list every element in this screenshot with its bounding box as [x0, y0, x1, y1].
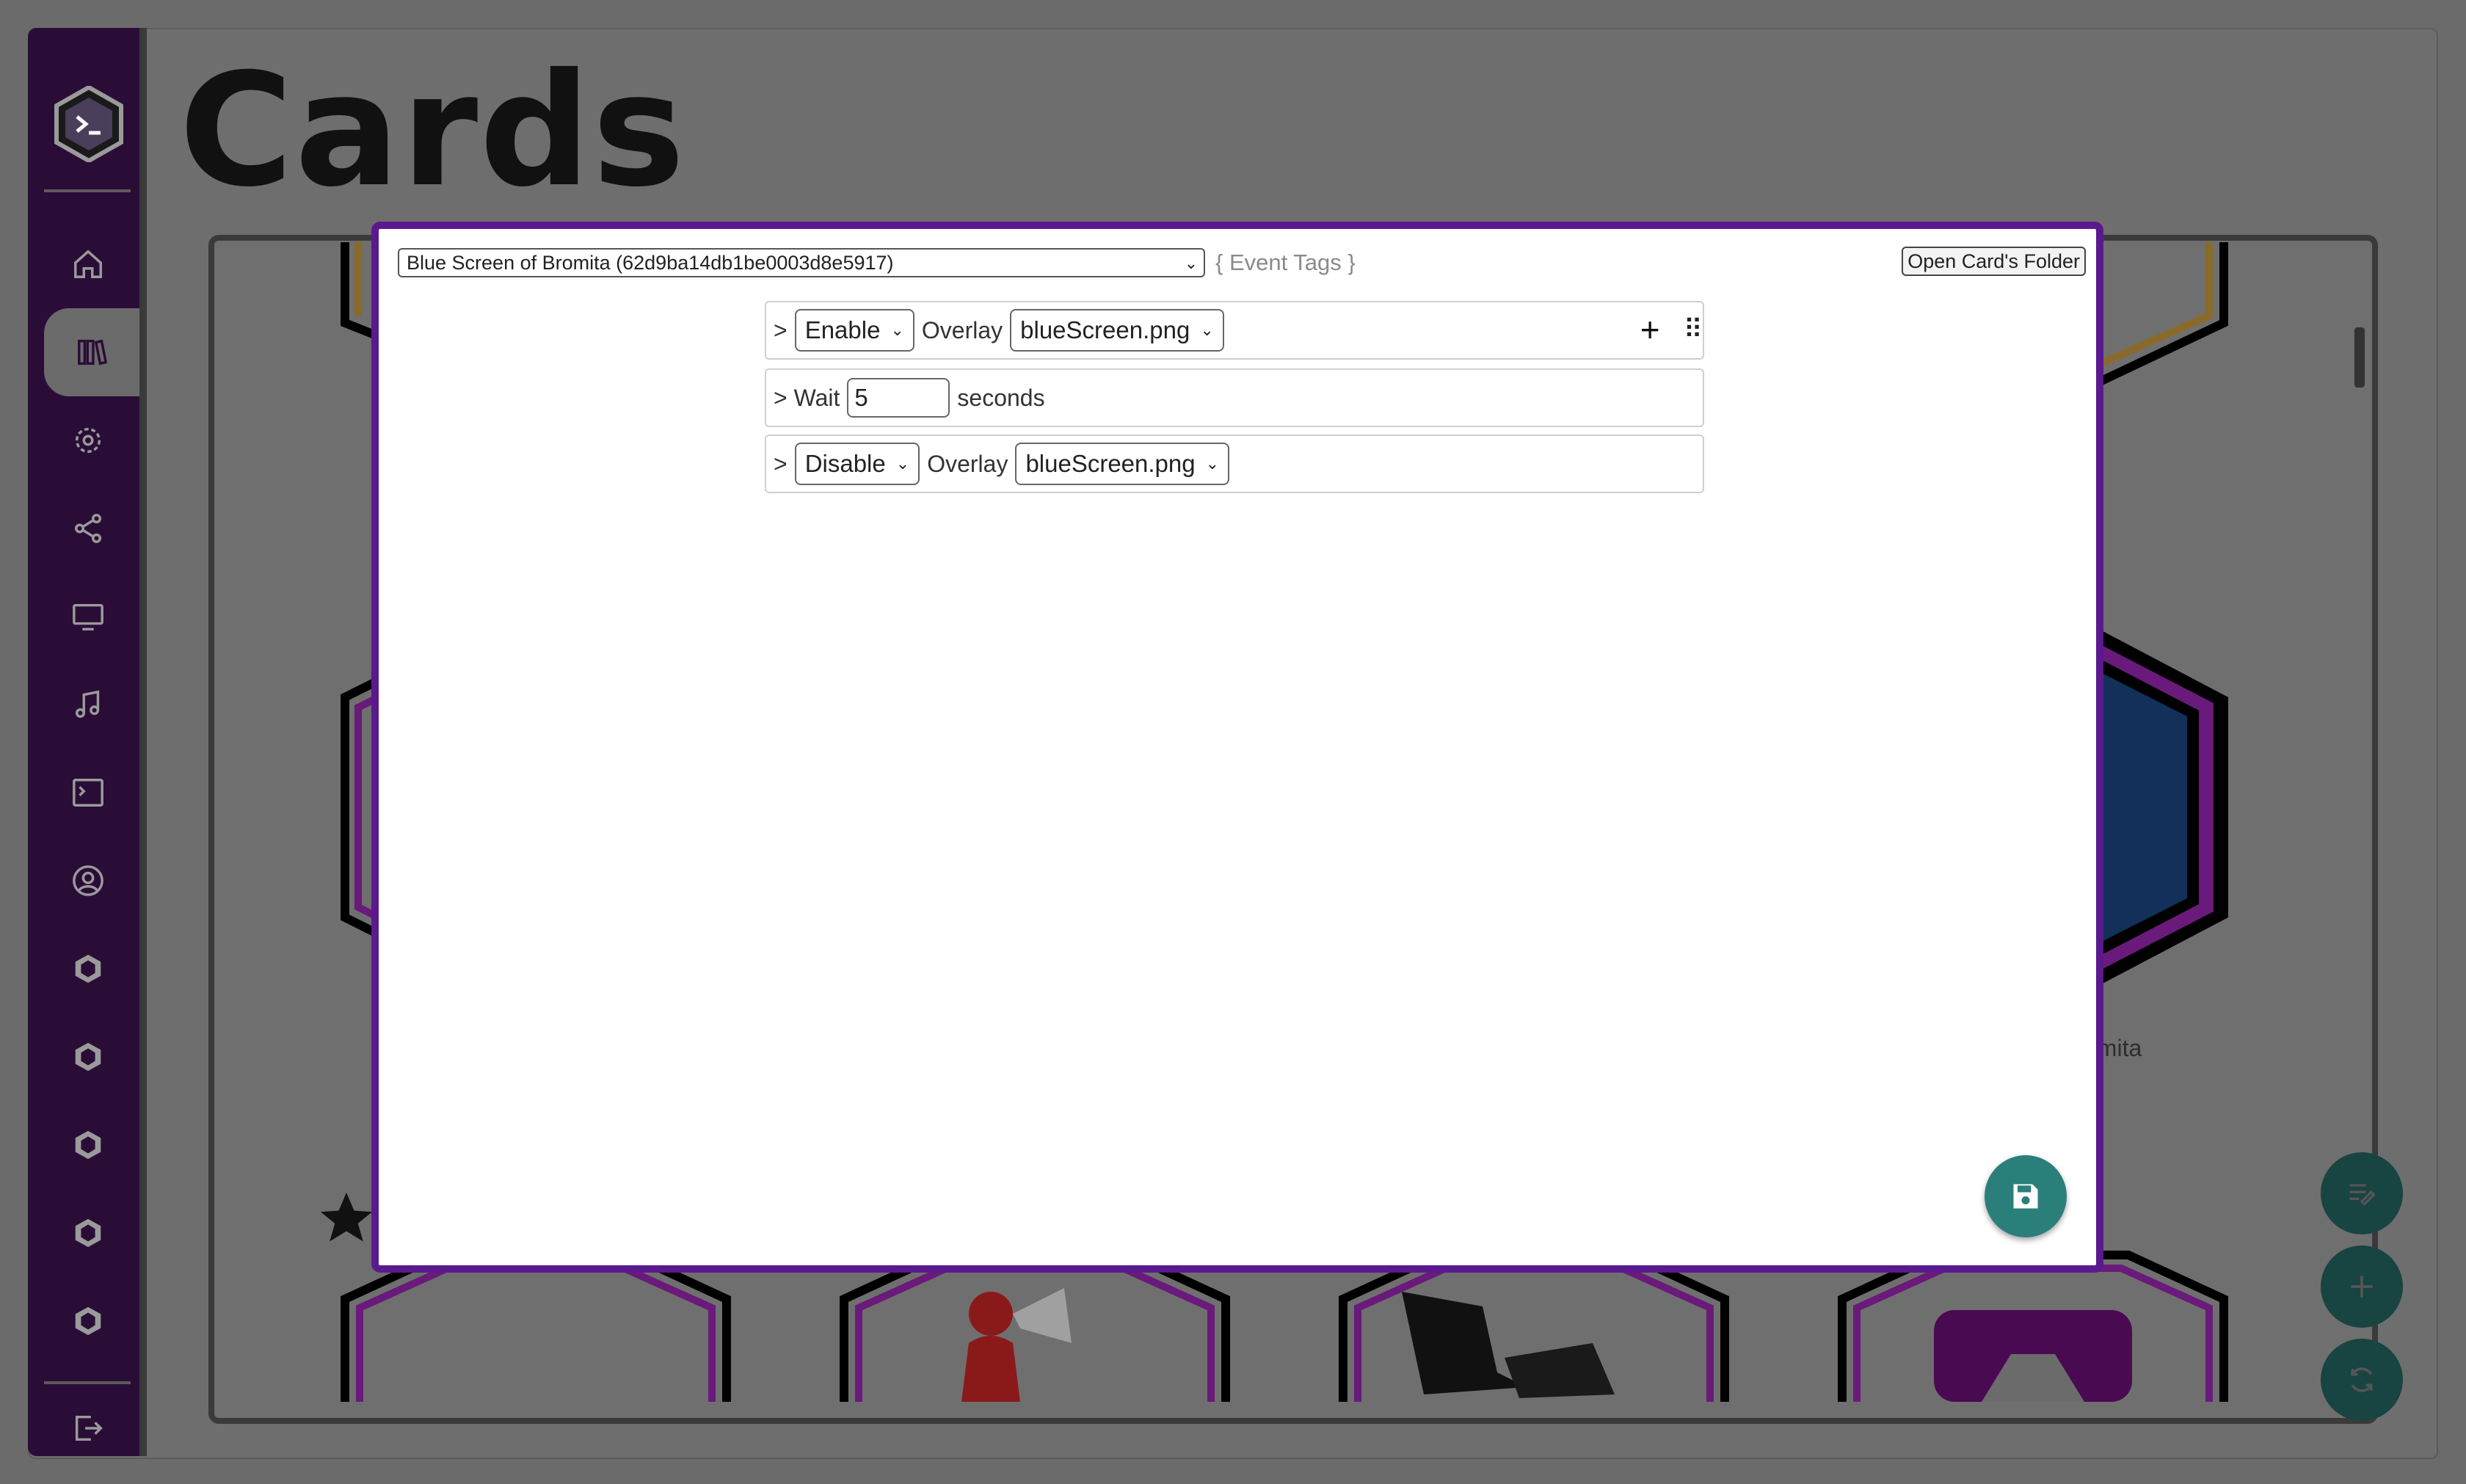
card-grid-scrollbar[interactable]: [2354, 327, 2365, 388]
sidebar-item-display[interactable]: [44, 572, 132, 661]
sidebar-item-music[interactable]: [44, 661, 132, 749]
gear-icon: [75, 427, 101, 454]
add-card-button[interactable]: [2321, 1245, 2403, 1328]
sidebar-divider: [44, 189, 131, 192]
card-hex-4[interactable]: [2089, 624, 2236, 998]
refresh-icon: [2351, 1367, 2373, 1392]
row-prefix: > Wait: [774, 384, 840, 411]
overlay-select-value: blueScreen.png: [1025, 450, 1196, 477]
row-label: Overlay: [927, 450, 1008, 477]
chevron-down-icon: ⌄: [1184, 254, 1198, 272]
action-row: > Enable ⌄ Overlay blueScreen.png ⌄ + ⠿: [765, 301, 1704, 360]
sidebar-item-module-3[interactable]: [44, 1101, 132, 1189]
row-prefix: >: [774, 450, 788, 477]
hex-badge-icon: [75, 954, 101, 983]
event-tags-link[interactable]: { Event Tags }: [1215, 250, 1356, 276]
drag-handle-icon[interactable]: ⠿: [1684, 314, 1703, 345]
overlay-select[interactable]: blueScreen.png ⌄: [1015, 443, 1230, 485]
mode-select-value: Enable: [804, 316, 881, 343]
action-row: > Wait 5 seconds: [765, 368, 1704, 427]
sidebar-item-terminal[interactable]: [44, 749, 132, 837]
add-action-button[interactable]: +: [1640, 313, 1660, 346]
monitor-icon: [73, 603, 103, 630]
hex-badge-icon: [75, 1306, 101, 1336]
share-icon: [74, 514, 102, 543]
open-card-folder-button[interactable]: Open Card's Folder: [1902, 247, 2086, 276]
music-icon: [75, 690, 100, 719]
refresh-button[interactable]: [2321, 1339, 2403, 1421]
chevron-down-icon: ⌄: [1200, 321, 1214, 339]
save-icon: [2013, 1184, 2038, 1209]
card-select-value: Blue Screen of Bromita (62d9ba14db1be000…: [407, 251, 894, 274]
chevron-down-icon: ⌄: [1205, 454, 1220, 473]
logout-icon: [75, 1415, 103, 1441]
sidebar-divider: [44, 1381, 131, 1384]
save-button[interactable]: [1985, 1155, 2067, 1237]
mode-select[interactable]: Enable ⌄: [794, 309, 914, 352]
terminal-icon: [73, 779, 103, 807]
home-icon: [74, 250, 102, 278]
row-suffix: seconds: [957, 384, 1045, 411]
hex-badge-icon: [75, 1042, 101, 1072]
chevron-down-icon: ⌄: [895, 454, 910, 473]
sidebar-item-module-2[interactable]: [44, 1013, 132, 1101]
sidebar-item-home[interactable]: [44, 220, 132, 308]
hex-badge-icon: [75, 1218, 101, 1248]
sidebar-item-user[interactable]: [44, 837, 132, 925]
plus-icon: [2351, 1276, 2373, 1298]
card-editor-modal: Blue Screen of Bromita (62d9ba14db1be000…: [371, 222, 2103, 1273]
mode-select-value: Disable: [804, 450, 886, 477]
overlay-select[interactable]: blueScreen.png ⌄: [1010, 309, 1224, 352]
sidebar-item-module-4[interactable]: [44, 1189, 132, 1277]
sidebar-item-logout[interactable]: [44, 1392, 132, 1465]
sidebar-item-module-5[interactable]: [44, 1277, 132, 1365]
edit-list-icon: [2349, 1184, 2376, 1207]
app-logo[interactable]: [54, 86, 124, 162]
action-row: > Disable ⌄ Overlay blueScreen.png ⌄: [765, 434, 1704, 493]
user-icon: [73, 865, 103, 896]
row-tools: + ⠿: [1640, 313, 1703, 346]
sidebar-item-module-1[interactable]: [44, 925, 132, 1013]
row-label: Overlay: [921, 316, 1003, 343]
hex-badge-icon: [75, 1130, 101, 1160]
wait-seconds-input[interactable]: 5: [847, 378, 950, 418]
library-icon: [78, 339, 108, 365]
sidebar-item-settings[interactable]: [44, 396, 132, 484]
chevron-down-icon: ⌄: [890, 321, 904, 339]
row-prefix: >: [774, 316, 788, 343]
card-select[interactable]: Blue Screen of Bromita (62d9ba14db1be000…: [398, 248, 1205, 277]
edit-list-button[interactable]: [2321, 1152, 2403, 1234]
favorite-star-icon[interactable]: [316, 1187, 377, 1249]
sidebar-item-share[interactable]: [44, 484, 132, 572]
overlay-select-value: blueScreen.png: [1020, 316, 1190, 343]
sidebar-item-library[interactable]: [44, 308, 139, 396]
page-title: Cards: [179, 40, 687, 221]
mode-select[interactable]: Disable ⌄: [794, 443, 920, 485]
